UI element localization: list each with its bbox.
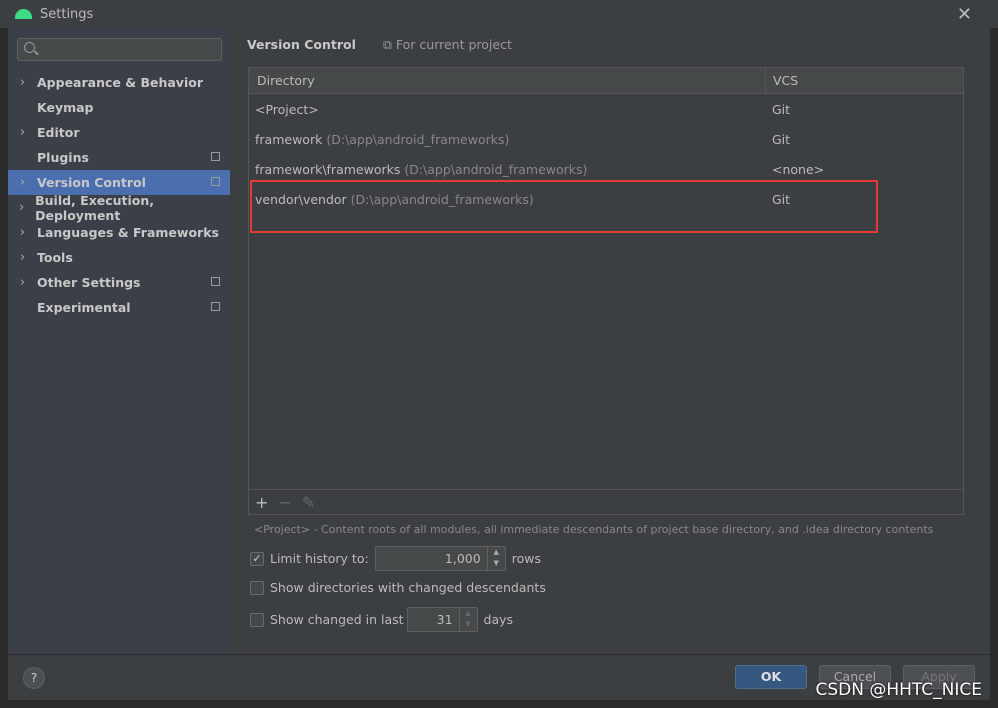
search-input[interactable] — [17, 38, 222, 61]
close-icon[interactable]: ✕ — [957, 4, 972, 25]
chevron-right-icon: › — [19, 175, 26, 190]
add-icon[interactable]: + — [255, 493, 268, 512]
title-bar: Settings ✕ — [0, 0, 998, 28]
project-icon: ⧉ — [383, 37, 396, 52]
help-button[interactable]: ? — [23, 667, 45, 689]
project-icon — [211, 302, 220, 311]
sidebar-item-label: Plugins — [37, 150, 89, 165]
limit-history-spinner[interactable]: 1,000 ▲ ▼ — [374, 546, 506, 571]
show-changed-checkbox[interactable] — [250, 612, 264, 627]
edit-icon[interactable]: ✎ — [302, 493, 315, 512]
project-icon — [211, 177, 220, 186]
sidebar-item-label: Experimental — [37, 300, 131, 315]
vcs-cell[interactable]: <none> — [767, 162, 824, 177]
show-changed-spinner[interactable]: 31 ▲ ▼ — [406, 607, 478, 632]
scope-label: ⧉ For current project — [383, 37, 512, 52]
chevron-right-icon: › — [18, 200, 25, 215]
show-dirs-checkbox[interactable] — [250, 580, 264, 595]
directory-cell: framework\frameworks (D:\app\android_fra… — [255, 161, 588, 177]
table-row[interactable]: framework (D:\app\android_frameworks) Git — [249, 124, 963, 154]
android-icon — [15, 9, 32, 19]
watermark: CSDN @HHTC_NICE — [815, 680, 982, 700]
ok-button[interactable]: OK — [735, 665, 807, 689]
sidebar-item-label: Languages & Frameworks — [37, 225, 219, 240]
sidebar-item-label: Appearance & Behavior — [37, 75, 203, 90]
chevron-right-icon: › — [19, 125, 26, 140]
spinner-arrows-icon[interactable]: ▲ ▼ — [458, 608, 477, 631]
sidebar-item-label: Editor — [37, 125, 80, 140]
vcs-cell[interactable]: Git — [767, 102, 790, 117]
column-directory[interactable]: Directory — [249, 67, 766, 94]
sidebar-item-label: Other Settings — [37, 275, 141, 290]
limit-history-option: ✓ Limit history to: 1,000 ▲ ▼ rows — [250, 546, 541, 571]
chevron-right-icon: › — [19, 275, 26, 290]
highlight-box — [250, 180, 878, 233]
settings-dialog: › Appearance & Behavior Keymap › Editor Plugi… — [8, 28, 990, 700]
sidebar-item[interactable]: Plugins — [8, 145, 230, 170]
vcs-cell[interactable]: Git — [767, 132, 790, 147]
limit-history-checkbox[interactable]: ✓ — [250, 551, 264, 566]
sidebar-item-label: Tools — [37, 250, 73, 265]
sidebar-item-label: Version Control — [37, 175, 146, 190]
sidebar: › Appearance & Behavior Keymap › Editor Plugi… — [8, 28, 230, 654]
project-icon — [211, 277, 220, 286]
directory-cell: framework (D:\app\android_frameworks) — [255, 131, 510, 147]
sidebar-item[interactable]: › Appearance & Behavior — [8, 70, 230, 95]
sidebar-item[interactable]: Keymap — [8, 95, 230, 120]
table-row[interactable]: <Project> Git — [249, 94, 963, 124]
page-title: Version Control — [247, 37, 356, 52]
chevron-right-icon: › — [19, 75, 26, 90]
spinner-arrows-icon[interactable]: ▲ ▼ — [486, 547, 505, 570]
settings-tree: › Appearance & Behavior Keymap › Editor Plugi… — [8, 70, 230, 320]
table-toolbar: + − ✎ — [249, 489, 963, 514]
sidebar-item-label: Keymap — [37, 100, 94, 115]
project-icon — [211, 152, 220, 161]
sidebar-item-label: Build, Execution, Deployment — [35, 192, 155, 223]
sidebar-item[interactable]: › Tools — [8, 245, 230, 270]
sidebar-item[interactable]: › Editor — [8, 120, 230, 145]
vcs-mappings-table: Directory VCS <Project> Git framework (D:… — [248, 67, 964, 515]
show-dirs-option: Show directories with changed descendant… — [250, 580, 546, 595]
chevron-right-icon: › — [19, 250, 26, 265]
sidebar-item[interactable]: Experimental — [8, 295, 230, 320]
show-changed-option: Show changed in last 31 ▲ ▼ days — [250, 607, 513, 632]
search-icon — [24, 42, 35, 53]
sidebar-item[interactable]: › Build, Execution, Deployment — [8, 192, 230, 223]
main-panel: Version Control ⧉ For current project Di… — [230, 28, 990, 654]
sidebar-item[interactable]: › Languages & Frameworks — [8, 220, 230, 245]
directory-cell: <Project> — [255, 101, 319, 117]
sidebar-item[interactable]: › Other Settings — [8, 270, 230, 295]
remove-icon[interactable]: − — [278, 493, 291, 512]
table-header: Directory VCS — [249, 67, 963, 94]
sidebar-item[interactable]: › Version Control — [8, 170, 230, 195]
chevron-right-icon: › — [19, 225, 26, 240]
project-note: <Project> - Content roots of all modules… — [254, 523, 934, 536]
column-vcs[interactable]: VCS — [766, 73, 798, 88]
window-title: Settings — [40, 6, 94, 22]
